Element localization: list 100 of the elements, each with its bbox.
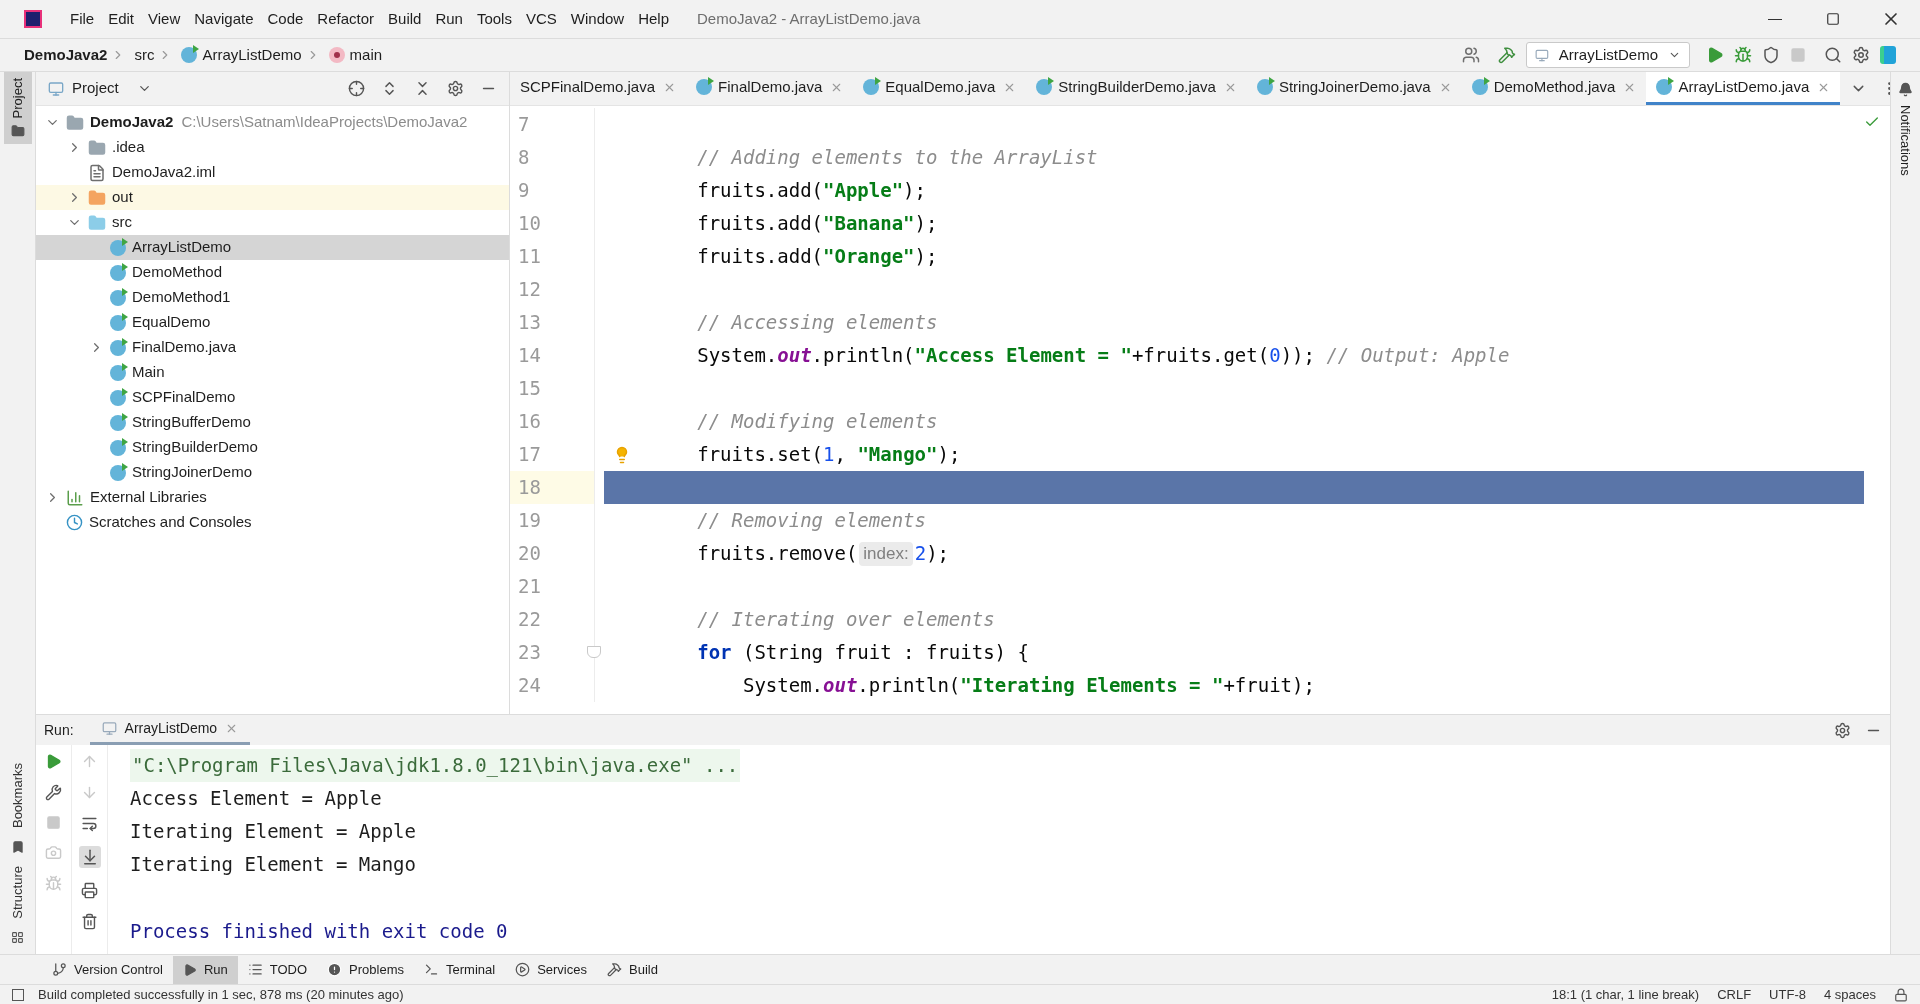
tree-item[interactable]: out — [36, 185, 509, 210]
structure-tool-button[interactable]: Structure — [7, 866, 28, 919]
code-token: "Banana" — [823, 211, 915, 237]
menu-item[interactable]: Edit — [108, 7, 135, 31]
breadcrumb-item[interactable]: main — [349, 43, 383, 67]
tree-item[interactable]: DemoJava2.iml — [36, 160, 509, 185]
line-number: 23 — [517, 640, 542, 666]
settings-icon[interactable] — [1834, 721, 1851, 739]
folder-icon — [88, 138, 106, 157]
breadcrumb-item[interactable]: DemoJava2 — [24, 43, 108, 67]
tree-item[interactable]: .idea — [36, 135, 509, 160]
print-icon[interactable] — [81, 882, 98, 899]
editor-tab[interactable]: StringJoinerDemo.java — [1246, 72, 1462, 105]
locate-icon[interactable] — [348, 80, 365, 97]
code-token: fruits.add( — [696, 211, 824, 237]
tree-item[interactable]: EqualDemo — [36, 310, 509, 335]
code-token: 2 — [914, 541, 927, 567]
editor-tab[interactable]: StringBuilderDemo.java — [1026, 72, 1247, 105]
code-token: 0 — [1269, 343, 1281, 369]
console-tab[interactable]: ArrayListDemo — [89, 715, 251, 745]
menu-item[interactable]: View — [148, 7, 181, 31]
line-number: 19 — [517, 508, 542, 534]
line-number: 14 — [517, 343, 542, 369]
tree-item[interactable]: StringBuilderDemo — [36, 435, 509, 460]
breadcrumb-item[interactable]: ArrayListDemo — [202, 43, 302, 67]
menu-item[interactable]: Code — [267, 7, 304, 31]
bell-icon[interactable] — [1898, 82, 1913, 97]
menu-item[interactable]: File — [70, 7, 95, 31]
editor-tab[interactable]: ArrayListDemo.java — [1646, 72, 1841, 105]
search-icon[interactable] — [1824, 46, 1842, 64]
status-toggle-icon[interactable] — [12, 988, 24, 1001]
tree-item[interactable]: External Libraries — [36, 485, 509, 510]
fold-marker-icon[interactable] — [587, 646, 601, 658]
code-token: for — [696, 640, 732, 666]
tree-item[interactable]: DemoMethod — [36, 260, 509, 285]
line-number: 20 — [517, 541, 542, 567]
status-item[interactable]: UTF-8 — [1769, 984, 1806, 1004]
tool-window-tab[interactable]: Version Control — [42, 955, 173, 984]
status-item[interactable]: CRLF — [1717, 984, 1752, 1004]
menu-item[interactable]: Refactor — [317, 7, 375, 31]
run-icon[interactable] — [1706, 46, 1724, 64]
class-icon — [110, 339, 126, 356]
editor-tab[interactable]: SCPFinalDemo.java — [510, 72, 687, 105]
tree-item[interactable]: DemoMethod1 — [36, 285, 509, 310]
menu-item[interactable]: Tools — [476, 7, 512, 31]
settings-icon[interactable] — [447, 80, 464, 97]
scratches-icon — [66, 514, 83, 531]
code-token: (String fruit : fruits) { — [741, 640, 1029, 666]
menu-item[interactable]: Navigate — [194, 7, 254, 31]
users-icon[interactable] — [1462, 46, 1480, 64]
tree-item[interactable]: src — [36, 210, 509, 235]
tree-item[interactable]: StringBufferDemo — [36, 410, 509, 435]
wrap-icon[interactable] — [81, 815, 98, 832]
tree-item[interactable]: StringJoinerDemo — [36, 460, 509, 485]
menu-item[interactable]: Run — [435, 7, 463, 31]
bookmarks-tool-button[interactable]: Bookmarks — [7, 763, 28, 829]
build-icon[interactable] — [1498, 46, 1516, 64]
tree-item[interactable]: Main — [36, 360, 509, 385]
status-item[interactable]: 4 spaces — [1823, 984, 1876, 1004]
tool-window-tab[interactable]: Services — [505, 955, 597, 984]
console-line: Iterating Element = Apple — [130, 819, 416, 844]
tool-window-tab[interactable]: Terminal — [414, 955, 506, 984]
trash-icon[interactable] — [81, 913, 98, 930]
tree-item[interactable]: FinalDemo.java — [36, 335, 509, 360]
line-number: 21 — [517, 574, 542, 600]
wrench-icon[interactable] — [45, 784, 62, 801]
coverage-icon[interactable] — [1762, 46, 1780, 64]
menu-item[interactable]: VCS — [525, 7, 557, 31]
menu-item[interactable]: Help — [638, 7, 670, 31]
code-token: , — [834, 442, 847, 468]
lock-icon[interactable] — [1894, 987, 1908, 1002]
editor-tab[interactable]: DemoMethod.java — [1461, 72, 1647, 105]
scroll-to-end-icon[interactable] — [78, 846, 101, 868]
notifications-tool-button[interactable]: Notifications — [1895, 105, 1916, 176]
breadcrumb-item[interactable]: src — [134, 43, 155, 67]
debug-icon[interactable] — [1734, 46, 1752, 64]
run-configuration-dropdown[interactable]: ArrayListDemo — [1526, 42, 1690, 68]
tool-window-tab[interactable]: Build — [597, 955, 668, 984]
tool-window-tab[interactable]: Problems — [317, 955, 414, 984]
code-token: "Apple" — [823, 178, 904, 204]
tool-window-tab[interactable]: Run — [172, 955, 238, 984]
tree-item[interactable]: Scratches and Consoles — [36, 510, 509, 535]
tree-item[interactable]: SCPFinalDemo — [36, 385, 509, 410]
tree-item[interactable]: DemoJava2 C:\Users\Satnam\IdeaProjects\DemoJava2 — [36, 110, 509, 135]
tree-item[interactable]: ArrayListDemo — [36, 235, 509, 260]
editor-tab[interactable]: EqualDemo.java — [853, 72, 1027, 105]
tool-window-tab[interactable]: TODO — [237, 955, 318, 984]
line-number: 8 — [517, 145, 531, 171]
structure-icon — [11, 931, 24, 944]
project-tool-button[interactable]: Project — [3, 72, 32, 145]
settings-icon[interactable] — [1852, 46, 1870, 64]
menu-item[interactable]: Window — [570, 7, 625, 31]
editor-tab[interactable]: FinalDemo.java — [686, 72, 854, 105]
path-label: C:\Users\Satnam\IdeaProjects\DemoJava2 — [181, 112, 468, 133]
console-line: Process finished with exit code 0 — [130, 919, 508, 944]
line-number: 12 — [517, 277, 542, 303]
status-item[interactable]: 18:1 (1 char, 1 line break) — [1551, 984, 1700, 1004]
menu-item[interactable]: Build — [388, 7, 422, 31]
rerun-icon[interactable] — [45, 753, 62, 770]
panel-title[interactable]: Project — [72, 77, 119, 100]
